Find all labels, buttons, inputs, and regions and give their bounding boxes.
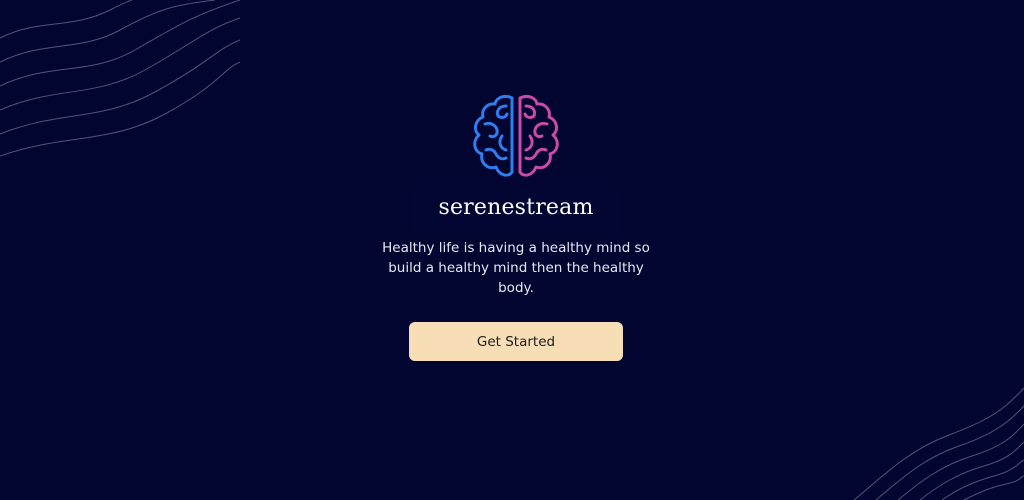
brain-icon [473, 94, 559, 177]
brand-name: serenestream [438, 195, 594, 220]
tagline: Healthy life is having a healthy mind so… [382, 240, 650, 296]
get-started-button[interactable]: Get Started [409, 322, 623, 361]
landing-hero: serenestream Healthy life is having a he… [0, 0, 1024, 500]
